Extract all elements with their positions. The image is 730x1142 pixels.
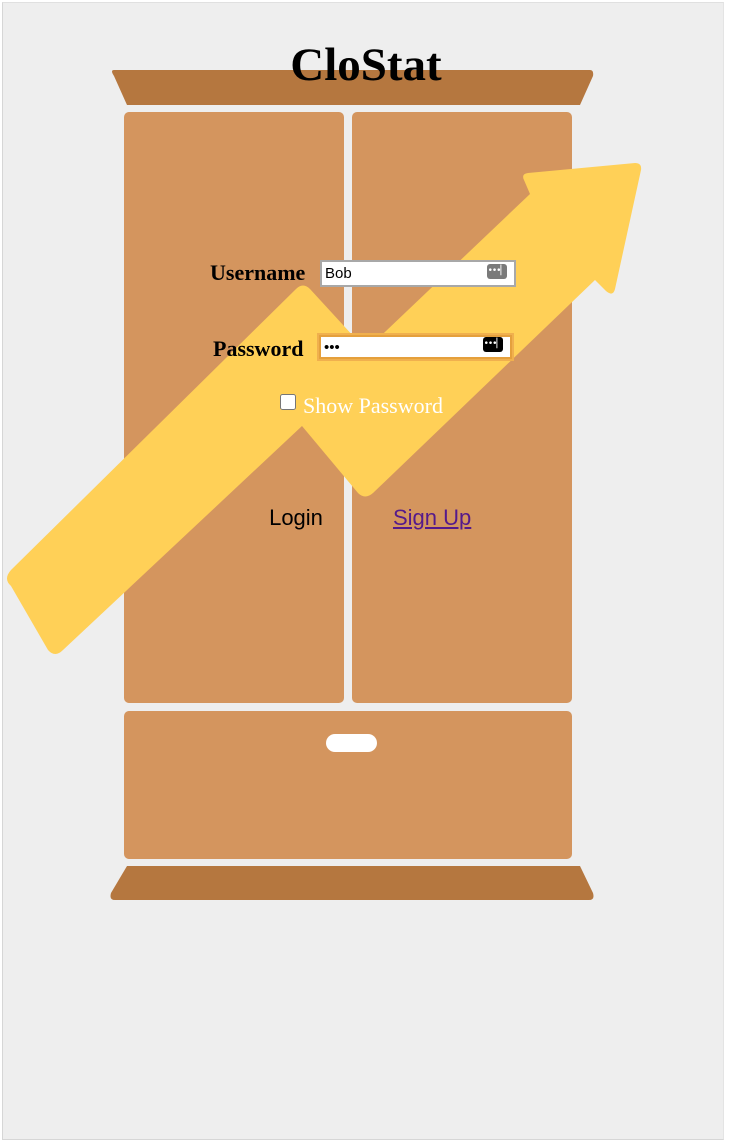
- password-label: Password: [213, 336, 304, 361]
- wardrobe-bottom-trim: [110, 866, 594, 900]
- drawer-handle: [326, 734, 377, 752]
- login-button[interactable]: Login: [258, 503, 334, 533]
- password-manager-icon[interactable]: •••▏: [483, 337, 503, 352]
- show-password-checkbox[interactable]: [280, 394, 296, 410]
- password-manager-icon[interactable]: •••▏: [487, 264, 507, 279]
- show-password-label: Show Password: [303, 393, 443, 418]
- page-title: CloStat: [290, 39, 442, 91]
- wardrobe-drawer: [124, 711, 572, 859]
- username-label: Username: [210, 260, 306, 285]
- wardrobe-illustration: [7, 70, 642, 900]
- login-page: CloStat Username •••▏ Password •••▏ Show…: [2, 2, 724, 1140]
- signup-link[interactable]: Sign Up: [393, 503, 471, 533]
